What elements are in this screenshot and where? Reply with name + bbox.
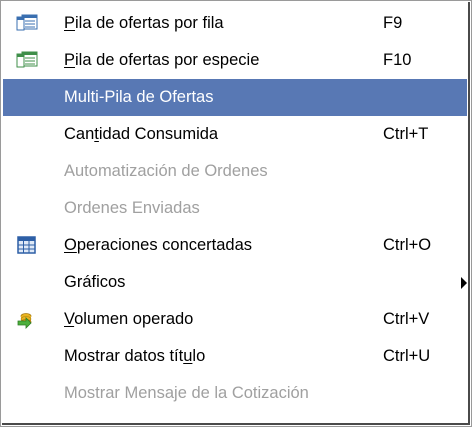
- menu-item-label: Operaciones concertadas: [64, 236, 253, 254]
- menu-item-shortcut: Ctrl+V: [383, 310, 430, 328]
- menu-item-label: Pila de ofertas por fila: [64, 14, 224, 32]
- menu-item-cantidad-consumida[interactable]: Cantidad Consumida Ctrl+T: [3, 116, 467, 153]
- menu-item-label: Mostrar datos título: [64, 347, 206, 365]
- menu-item-mostrar-mensaje-cotizacion: Mostrar Mensaje de la Cotización: [3, 375, 467, 412]
- menu-item-pila-ofertas-por-especie[interactable]: Pila de ofertas por especie F10: [3, 42, 467, 79]
- menu-item-label: Automatización de Ordenes: [64, 162, 268, 180]
- context-menu: Pila de ofertas por fila F9 Pila de ofer…: [0, 0, 472, 427]
- menu-item-label: Mostrar Mensaje de la Cotización: [64, 384, 309, 402]
- menu-item-mostrar-datos-titulo[interactable]: Mostrar datos título Ctrl+U: [3, 338, 467, 375]
- menu-item-graficos[interactable]: Gráficos: [3, 264, 467, 301]
- coins-arrow-icon: [16, 310, 38, 329]
- submenu-arrow-icon: [461, 277, 467, 289]
- menu-item-shortcut: F9: [383, 14, 403, 32]
- menu-item-label: Pila de ofertas por especie: [64, 51, 260, 69]
- menu-item-label: Volumen operado: [64, 310, 194, 328]
- menu-item-shortcut: Ctrl+T: [383, 125, 429, 143]
- menu-item-multi-pila-ofertas[interactable]: Multi-Pila de Ofertas: [3, 79, 467, 116]
- table-window-icon: [16, 14, 38, 32]
- menu-item-pila-ofertas-por-fila[interactable]: Pila de ofertas por fila F9: [3, 5, 467, 42]
- menu-item-ordenes-enviadas: Ordenes Enviadas: [3, 190, 467, 227]
- grid-calendar-icon: [16, 236, 38, 254]
- menu-item-shortcut: Ctrl+U: [383, 347, 431, 365]
- menu-item-volumen-operado[interactable]: Volumen operado Ctrl+V: [3, 301, 467, 338]
- menu-item-label: Cantidad Consumida: [64, 125, 219, 143]
- menu-item-label: Multi-Pila de Ofertas: [64, 88, 214, 106]
- menu-item-operaciones-concertadas[interactable]: Operaciones concertadas Ctrl+O: [3, 227, 467, 264]
- table-window-green-icon: [16, 51, 38, 69]
- menu-item-shortcut: Ctrl+O: [383, 236, 432, 254]
- menu-item-label: Ordenes Enviadas: [64, 199, 200, 217]
- menu-item-label: Gráficos: [64, 273, 126, 291]
- menu-item-automatizacion-ordenes: Automatización de Ordenes: [3, 153, 467, 190]
- menu-item-shortcut: F10: [383, 51, 412, 69]
